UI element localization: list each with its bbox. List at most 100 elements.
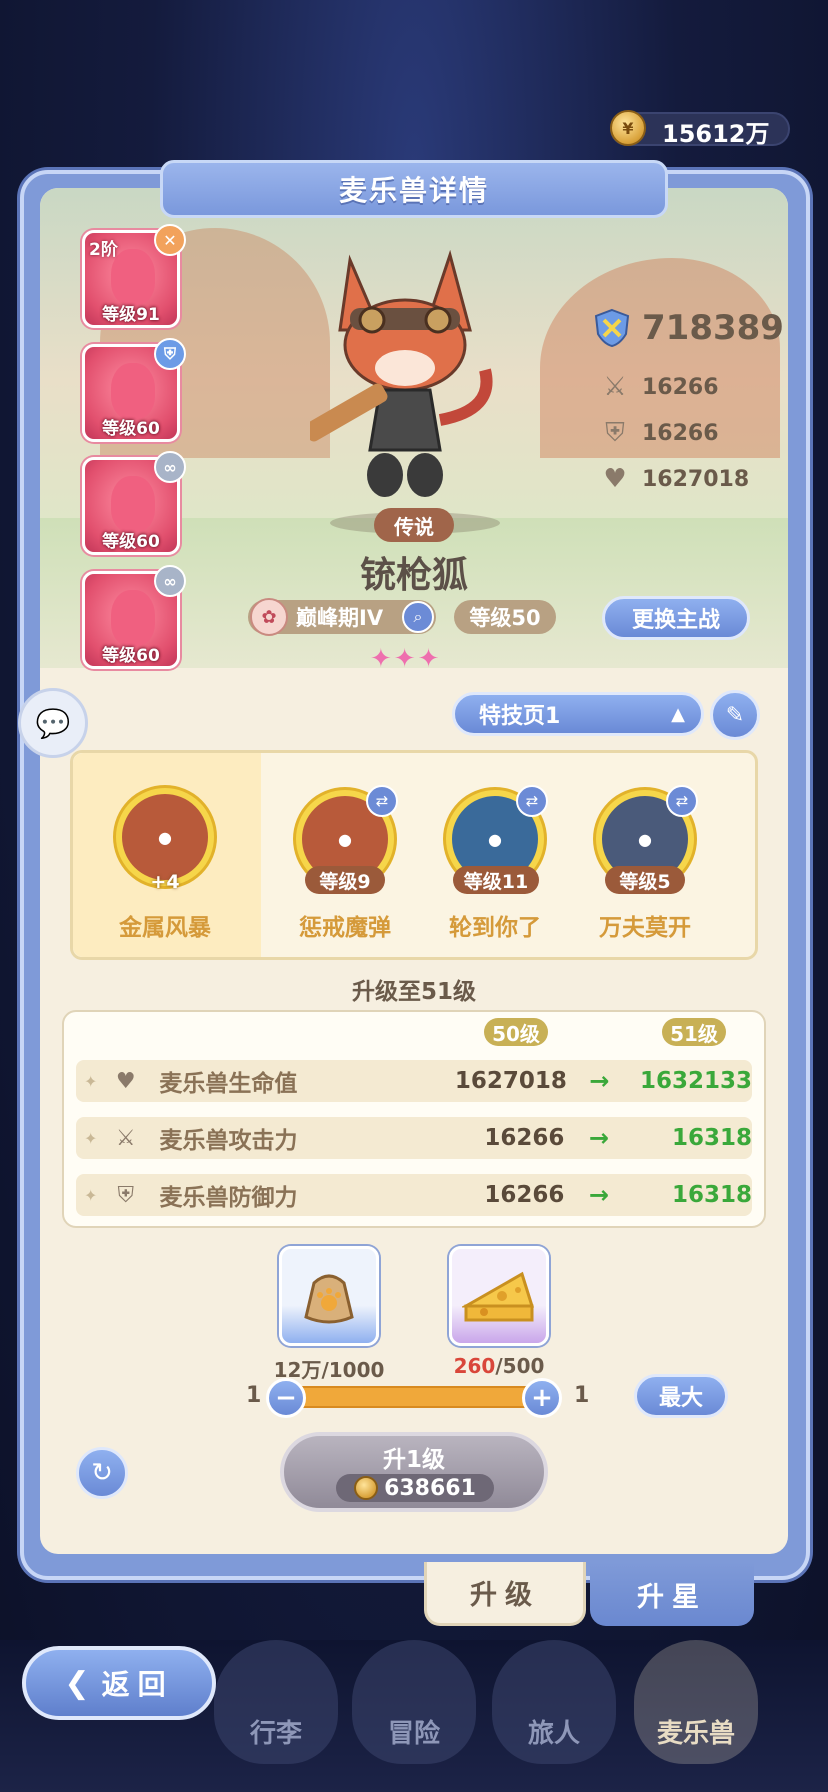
attribute-next: 16318 — [671, 1182, 752, 1208]
back-button[interactable]: ❮ 返回 — [22, 1646, 216, 1720]
link-icon: ∞ — [154, 565, 186, 597]
chevron-left-icon: ❮ — [64, 1665, 90, 1701]
form-level: 等级60 — [102, 532, 160, 552]
magnifier-icon[interactable]: ⌕ — [402, 601, 434, 633]
link-icon: ∞ — [154, 451, 186, 483]
material-count-2: 260/500 — [429, 1354, 569, 1378]
main-skill-bonus: +4 — [150, 871, 180, 893]
skill-page-label: 特技页1 — [479, 704, 561, 729]
tab-star-up[interactable]: 升星 — [590, 1562, 754, 1626]
skill-level-2: 等级11 — [453, 866, 539, 894]
power-stat: 718389 — [592, 308, 784, 348]
sparkle-icon: ✦ — [84, 1071, 98, 1091]
hp-value: 1627018 — [642, 466, 750, 492]
level-up-cost-value: 638661 — [384, 1475, 476, 1501]
attribute-next: 16318 — [671, 1125, 752, 1151]
attribute-current: 16266 — [484, 1125, 565, 1151]
heart-icon: ♥ — [603, 464, 627, 494]
title-banner: 麦乐兽详情 — [160, 160, 668, 218]
upgrade-title: 升级至51级 — [351, 979, 476, 1005]
edit-pencil-icon[interactable]: ✎ — [710, 690, 760, 740]
form-level: 等级91 — [102, 305, 160, 325]
plus-icon[interactable]: + — [522, 1378, 562, 1418]
cheese-icon — [462, 1271, 535, 1322]
defense-value: 16266 — [642, 421, 719, 446]
form-creature-image — [111, 590, 155, 646]
current-level-header: 50级 — [484, 1018, 548, 1046]
food-bag-icon — [304, 1274, 354, 1324]
refresh-icon[interactable]: ↻ — [76, 1447, 128, 1499]
coin-icon: ¥ — [610, 110, 646, 146]
nav-item-pets[interactable]: 麦乐兽 — [634, 1640, 758, 1764]
star-rating: ✦✦✦ — [370, 644, 442, 674]
nav-label: 冒险 — [387, 1719, 440, 1749]
defense-stat: ⛨ 16266 — [598, 418, 719, 449]
back-label: 返回 — [101, 1668, 174, 1701]
attribute-row-defense: ✦ ⛨ 麦乐兽防御力 16266 → 16318 — [76, 1174, 752, 1216]
arrow-right-icon: → — [589, 1067, 610, 1095]
sparkle-icon: ✦ — [84, 1128, 98, 1148]
chat-icon[interactable]: 💬 — [18, 688, 88, 758]
cross-swords-icon: ⚔ — [115, 1125, 136, 1151]
tab-upgrade[interactable]: 升级 — [424, 1562, 586, 1626]
flower-icon: ✿ — [250, 598, 288, 636]
material-slot-2[interactable] — [449, 1246, 549, 1346]
attribute-row-attack: ✦ ⚔ 麦乐兽攻击力 16266 → 16318 — [76, 1117, 752, 1159]
rarity-badge: 传说 — [374, 508, 454, 542]
slider-max-value: 1 — [574, 1383, 590, 1408]
material-have: 260 — [453, 1354, 496, 1378]
hp-stat: ♥ 1627018 — [598, 464, 749, 494]
nav-item-traveler[interactable]: 旅人 — [492, 1640, 616, 1764]
form-stage: 2阶 — [89, 240, 118, 260]
triangle-up-icon: ▲ — [671, 703, 685, 725]
form-level: 等级60 — [102, 646, 160, 666]
heart-icon: ♥ — [115, 1068, 136, 1094]
skill-level-3: 等级5 — [605, 866, 685, 894]
skill-page-select[interactable]: 特技页1 ▲ — [452, 692, 704, 736]
material-need: /1000 — [321, 1358, 385, 1382]
pet-level-badge: 等级50 — [454, 600, 556, 634]
coin-icon — [354, 1476, 379, 1500]
swap-icon[interactable]: ⇄ — [516, 785, 548, 817]
nav-item-adventure[interactable]: 冒险 — [352, 1640, 476, 1764]
material-need: /500 — [495, 1354, 545, 1378]
attack-value: 16266 — [642, 374, 719, 400]
cross-swords-icon: ✕ — [154, 224, 186, 256]
form-creature-image — [111, 363, 155, 419]
power-value: 718389 — [642, 308, 784, 348]
material-slot-1[interactable] — [279, 1246, 379, 1346]
pet-name: 铳枪狐 — [359, 555, 468, 596]
sparkle-icon: ✦ — [84, 1185, 98, 1205]
attribute-next: 1632133 — [639, 1068, 752, 1094]
attribute-label: 麦乐兽防御力 — [159, 1185, 298, 1211]
pet-portrait — [310, 250, 493, 497]
attribute-label: 麦乐兽攻击力 — [159, 1128, 298, 1154]
nav-label: 旅人 — [527, 1719, 580, 1749]
power-shield-icon — [594, 308, 630, 348]
quantity-slider-track[interactable] — [286, 1386, 540, 1408]
attribute-label: 麦乐兽生命值 — [159, 1071, 298, 1097]
attack-stat: ⚔ 16266 — [598, 372, 719, 402]
minus-icon[interactable]: − — [266, 1378, 306, 1418]
shield-icon: ⛨ — [117, 1182, 134, 1208]
arrow-right-icon: → — [588, 1181, 609, 1209]
attribute-current: 16266 — [484, 1182, 565, 1208]
main-skill-name: 金属风暴 — [119, 915, 211, 941]
max-button[interactable]: 最大 — [634, 1374, 728, 1418]
slider-min-value: 1 — [246, 1383, 262, 1408]
stage-label: 巅峰期IV — [296, 606, 384, 630]
shield-icon: ⛨ — [154, 338, 186, 370]
next-level-header: 51级 — [662, 1018, 726, 1046]
form-level: 等级60 — [102, 419, 160, 439]
level-up-label: 升1级 — [382, 1447, 445, 1473]
attribute-current: 1627018 — [454, 1068, 567, 1094]
swap-icon[interactable]: ⇄ — [366, 785, 398, 817]
nav-item-luggage[interactable]: 行李 — [214, 1640, 338, 1764]
skill-name-3: 万夫莫开 — [599, 915, 691, 941]
change-main-button[interactable]: 更换主战 — [602, 596, 750, 640]
attribute-row-hp: ✦ ♥ 麦乐兽生命值 1627018 → 1632133 — [76, 1060, 752, 1102]
skill-name-2: 轮到你了 — [449, 915, 541, 941]
nav-label: 行李 — [249, 1719, 302, 1749]
skill-name-1: 惩戒魔弹 — [299, 915, 391, 941]
swap-icon[interactable]: ⇄ — [666, 785, 698, 817]
